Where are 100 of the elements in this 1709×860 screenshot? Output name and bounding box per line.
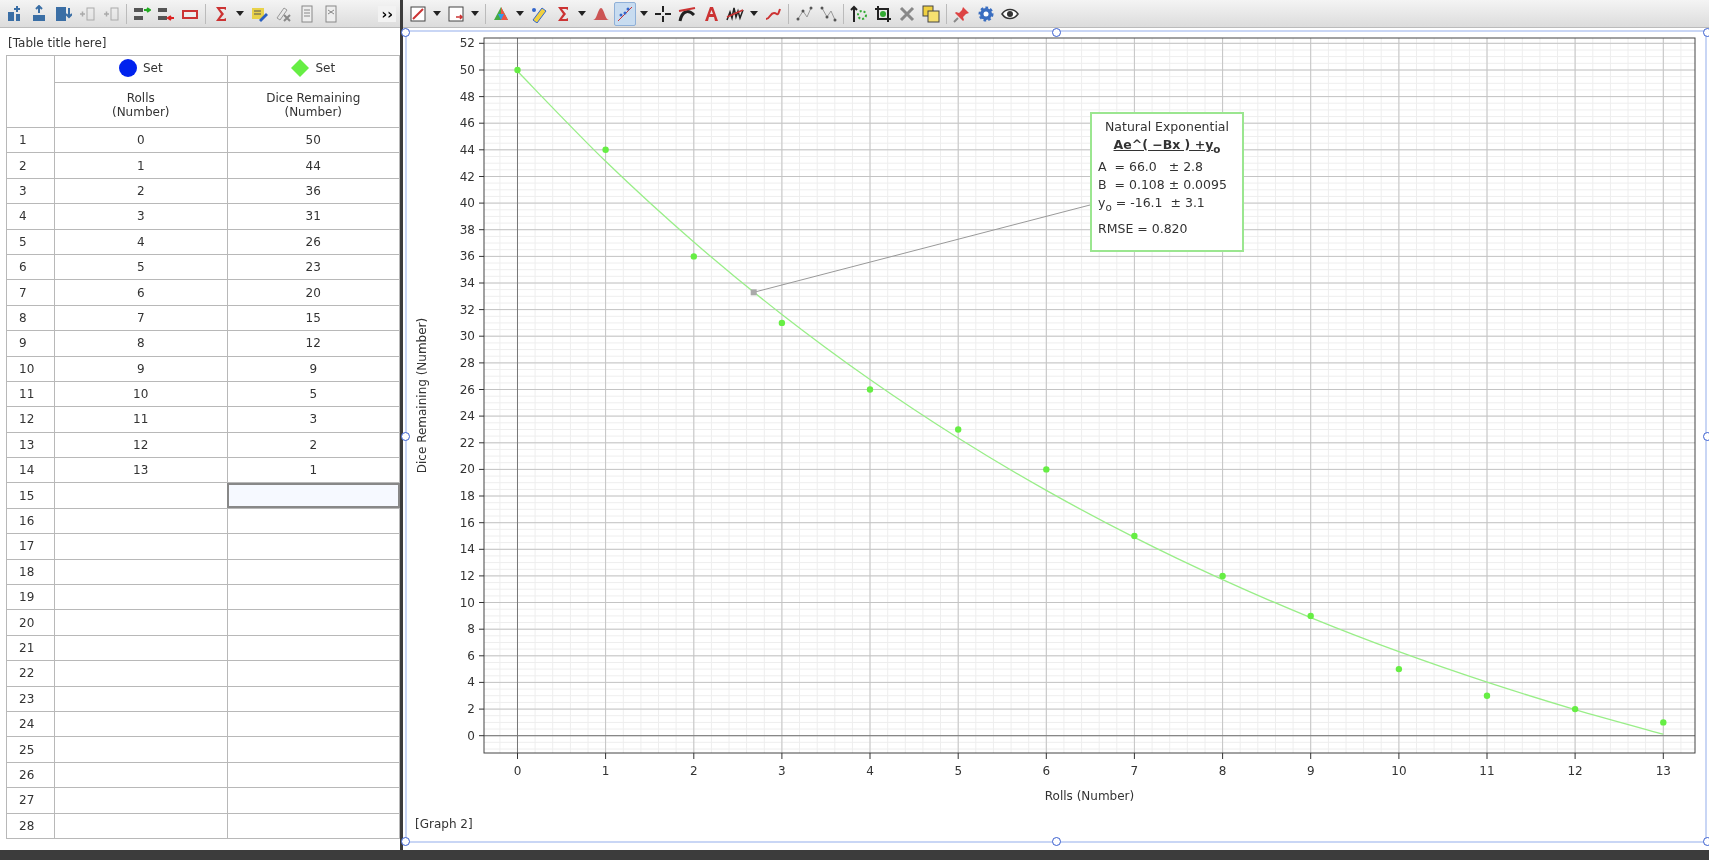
caret-icon [578,11,586,16]
row-number: 10 [6,356,55,382]
fit-parameter: y$_{o}$ = -16.1 ± 3.1 [1098,193,1206,214]
table-cell: 7 [54,305,227,331]
row-number: 13 [6,432,55,458]
table-cell: 2 [227,432,400,458]
axis-title: Dice Remaining (Number) [415,317,429,474]
column-header[interactable]: Dice Remaining (Number) [227,82,400,128]
tick-label: 32 [459,302,475,317]
row-number: 7 [6,279,55,306]
fit-rmse: RMSE = 0.820 [1098,220,1189,238]
tick-label: 40 [459,196,475,211]
tick-label: 48 [459,89,475,104]
table-cell: 0 [54,127,227,153]
table-cell: 3 [54,203,227,230]
tick-label: 26 [459,382,475,397]
column-header[interactable]: Rolls (Number) [54,82,227,128]
row-number: 17 [6,533,55,560]
resize-handle[interactable] [1051,836,1061,846]
table-cell: 15 [227,305,400,331]
settings-icon [977,4,995,23]
table-cell: 20 [227,279,400,306]
row-number: 22 [6,660,55,687]
nodes-icon [819,4,837,23]
row-number: 18 [6,559,55,585]
nodes-icon [795,4,813,23]
table-cell: 1 [54,152,227,179]
fit-parameter: A = 66.0 ± 2.8 [1098,157,1205,176]
row-number: 23 [6,686,55,712]
row-number: 19 [6,584,55,610]
row-number: 16 [6,508,55,534]
axis-star-icon [850,4,868,23]
tick-label: 12 [1567,764,1583,778]
table-cell: 50 [227,127,400,153]
tick-label: 6 [467,648,475,663]
column-icon [298,4,316,23]
tick-label: 30 [459,329,475,344]
table-cell: 36 [227,178,400,204]
tick-label: 0 [513,764,522,778]
caret-icon [516,11,524,16]
row-number: 28 [6,813,55,839]
axis-icon [447,4,465,23]
resize-handle[interactable] [1051,27,1061,37]
crop-icon [874,4,892,23]
crosshair-icon [654,4,672,23]
resize-handle[interactable] [1702,27,1709,37]
tangent-icon [678,4,696,23]
table-cell: 2 [54,178,227,204]
resize-handle[interactable] [1702,836,1709,846]
row-number: 24 [6,711,55,737]
tick-label: 44 [459,142,475,157]
table-cell: 9 [54,356,227,382]
layers-icon [922,4,940,23]
table-cell: 5 [227,381,400,407]
tick-label: 2 [690,764,698,778]
row-number: 12 [6,406,55,433]
tick-label: 3 [778,764,786,778]
caret-icon [640,11,648,16]
more-tools-button[interactable]: ›› [378,5,396,22]
row-number: 3 [6,178,55,204]
table-cell: 8 [54,330,227,356]
add-row-icon [30,4,48,23]
column-icon [322,4,340,23]
insert-rows-icon [54,4,72,23]
table-cell: 9 [227,356,400,382]
fit-parameter: B = 0.108 ± 0.0095 [1098,175,1228,194]
row-number: 6 [6,254,55,280]
tick-label: 14 [459,542,475,557]
tick-label: 6 [1042,764,1051,778]
table-cell: 3 [227,406,400,433]
tick-label: 8 [467,622,475,637]
tick-label: 42 [459,169,475,184]
pin-icon [953,4,971,23]
tick-label: 36 [459,249,475,264]
tick-label: 38 [459,222,475,237]
tick-label: 50 [459,63,475,77]
caret-icon [471,11,479,16]
table-cell: 23 [227,254,400,280]
curve-fit-button[interactable] [614,1,636,26]
row-number: 1 [6,127,55,153]
tick-label: 18 [459,489,475,503]
selected-cell[interactable] [227,482,400,509]
increase-decimal-icon [133,4,151,23]
tick-label: 7 [1130,764,1139,778]
tick-label: 2 [467,702,475,717]
caret-icon [236,11,244,16]
resize-handle[interactable] [1702,432,1709,441]
resize-handle[interactable] [400,27,410,37]
tick-label: 13 [1655,764,1671,778]
tick-label: 34 [459,276,475,290]
tick-label: 1 [601,764,610,778]
tick-label: 12 [459,568,475,583]
resize-handle[interactable] [400,432,410,441]
curve-fit-box[interactable]: Natural Exponential Ae^( −Bx ) +y$_{o}$ A = 66.0 ± 2.8 B = 0.108 ± 0.0095 y$_{o}$ = -16.1 ± 3.1 RMSE = 0.820 [1090,112,1244,252]
close-icon [898,4,916,23]
set-label: Set [315,60,336,75]
graph-icon [409,4,427,23]
tick-label: 46 [459,116,475,131]
resize-handle[interactable] [400,836,410,846]
table-cell: 12 [227,330,400,356]
